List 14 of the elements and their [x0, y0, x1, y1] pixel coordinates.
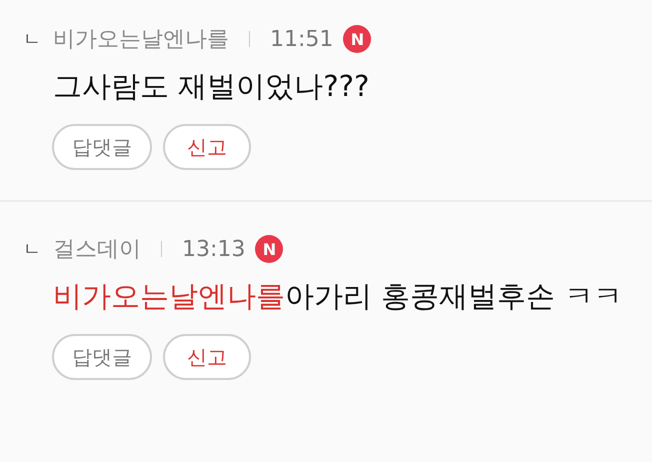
reply-mark: ㄴ: [23, 238, 42, 261]
author-name[interactable]: 걸스데이: [53, 234, 141, 264]
author-name[interactable]: 비가오는날엔나를: [53, 24, 229, 54]
reply-button[interactable]: 답댓글: [52, 124, 152, 170]
reply-button[interactable]: 답댓글: [52, 334, 152, 380]
comment-text: 그사람도 재벌이었나???: [53, 68, 370, 105]
report-button[interactable]: 신고: [163, 124, 251, 170]
report-button[interactable]: 신고: [163, 334, 251, 380]
comment-text: 비가오는날엔나를아가리 홍콩재벌후손 ㅋㅋ: [53, 278, 624, 315]
comment-time: 13:13: [182, 236, 246, 262]
comment-time: 11:51: [270, 26, 334, 52]
reply-mark: ㄴ: [23, 28, 42, 51]
new-badge: N: [343, 25, 372, 53]
new-badge: N: [255, 235, 284, 263]
